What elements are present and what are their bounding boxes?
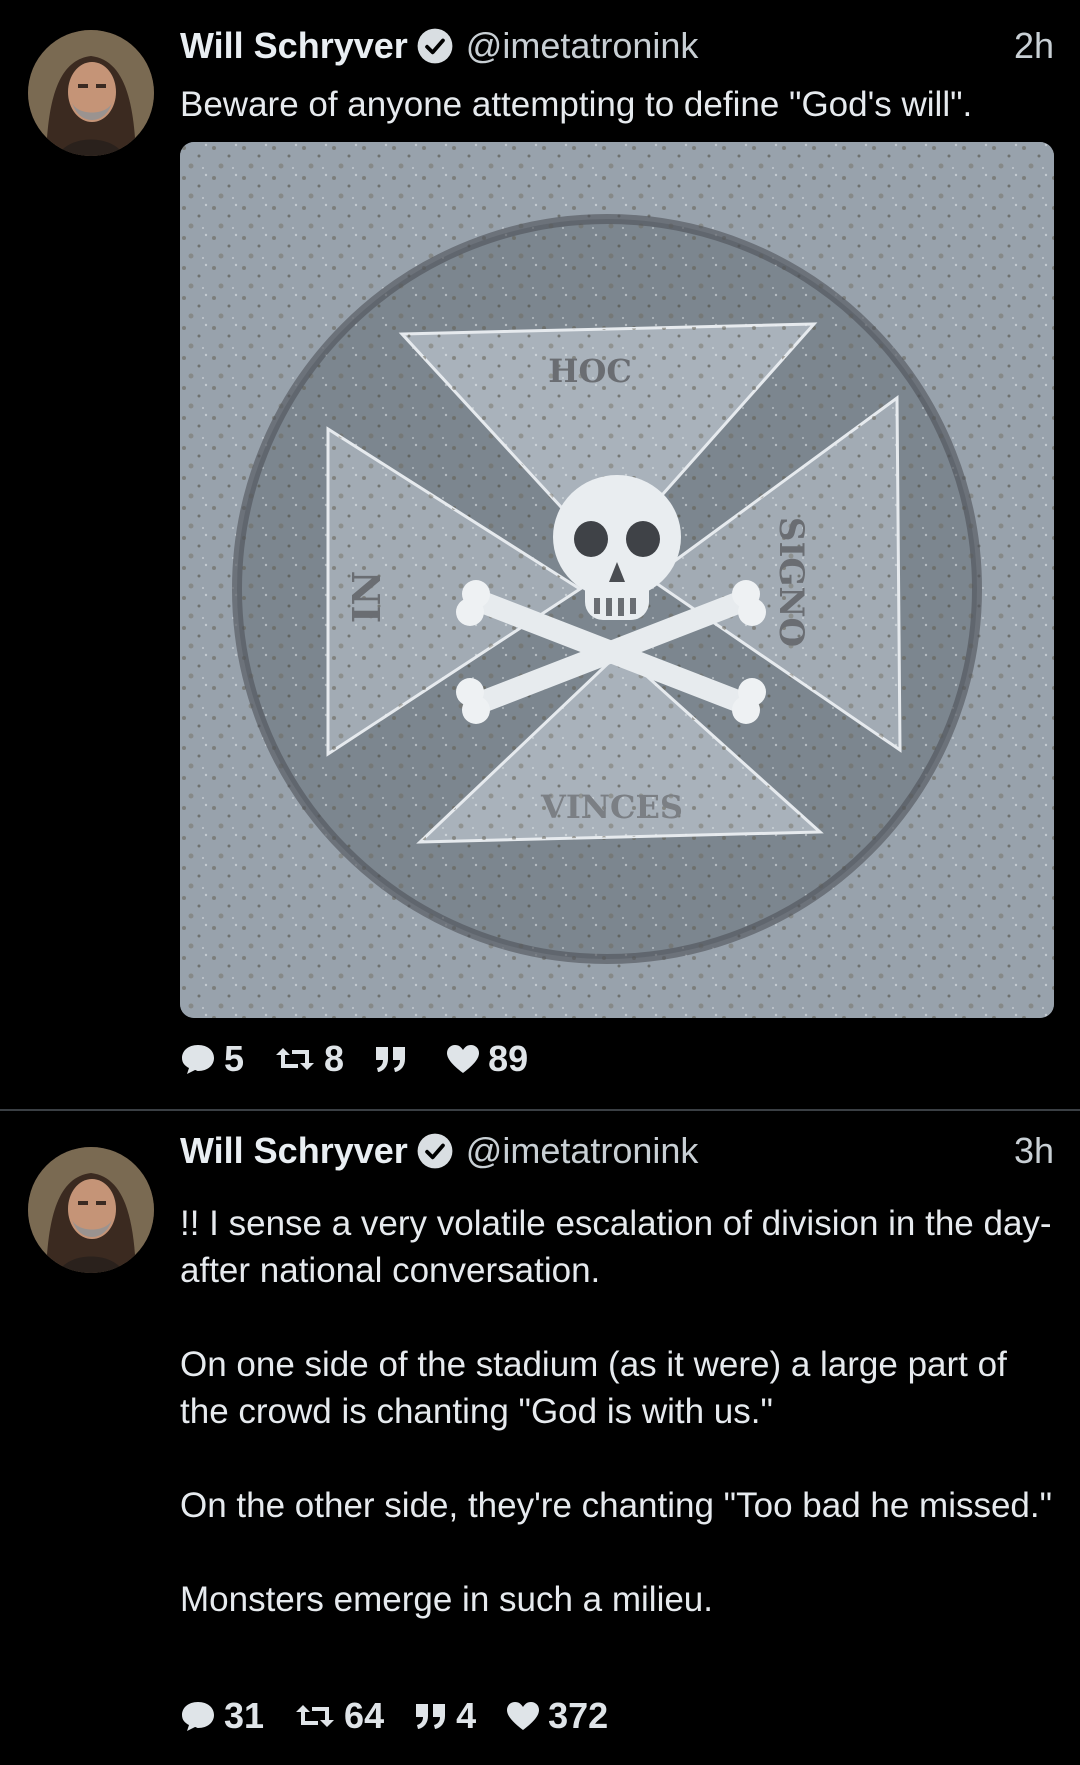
tweet-timestamp[interactable]: 3h <box>1014 1130 1054 1172</box>
tweet-actions: 31 64 4 372 <box>180 1694 638 1738</box>
reply-count: 31 <box>224 1695 265 1736</box>
like-count: 372 <box>548 1695 609 1736</box>
reply-count: 5 <box>224 1038 245 1079</box>
retweet-count: 8 <box>324 1038 345 1079</box>
reply-button[interactable]: 5 <box>180 1038 244 1080</box>
tweet-text: !! I sense a very volatile escalation of… <box>180 1204 1053 1619</box>
retweet-button[interactable]: 8 <box>274 1038 344 1080</box>
retweet-icon <box>296 1705 335 1727</box>
verified-badge-icon <box>416 27 454 65</box>
quote-icon <box>376 1047 406 1072</box>
carved-word-hoc: HOC <box>548 352 632 390</box>
author-name[interactable]: Will Schryver <box>180 1130 408 1172</box>
carved-word-signo: SIGNO <box>771 517 811 647</box>
author-avatar[interactable] <box>28 30 154 156</box>
verified-badge-icon <box>416 1132 454 1170</box>
author-avatar[interactable] <box>28 1147 154 1273</box>
author-handle[interactable]: @imetatronink <box>466 1130 699 1172</box>
quote-button[interactable] <box>374 1045 416 1073</box>
tweet[interactable]: Will Schryver @imetatronink 2h Beware of… <box>0 0 1080 1110</box>
author-name[interactable]: Will Schryver <box>180 25 408 67</box>
quote-count: 4 <box>456 1695 477 1736</box>
retweet-button[interactable]: 64 <box>294 1695 384 1737</box>
tweet-text: Beware of anyone attempting to define "G… <box>180 85 973 124</box>
tweet-divider <box>0 1109 1080 1111</box>
tweet-actions: 5 8 89 <box>180 1037 558 1081</box>
retweet-count: 64 <box>344 1695 385 1736</box>
quote-icon <box>416 1704 446 1729</box>
reply-icon <box>182 1702 214 1731</box>
quote-button[interactable]: 4 <box>414 1695 476 1737</box>
reply-icon <box>182 1045 214 1074</box>
tweet-timestamp[interactable]: 2h <box>1014 25 1054 67</box>
tweet-media-image[interactable]: HOC IN SIGNO VINCES <box>180 142 1054 1018</box>
heart-icon <box>447 1045 480 1073</box>
like-count: 89 <box>488 1038 529 1079</box>
heart-icon <box>507 1702 540 1730</box>
reply-button[interactable]: 31 <box>180 1695 264 1737</box>
tweet[interactable]: Will Schryver @imetatronink 3h !! I sens… <box>0 1112 1080 1765</box>
carved-word-vinces: VINCES <box>540 788 683 826</box>
like-button[interactable]: 372 <box>506 1695 608 1737</box>
like-button[interactable]: 89 <box>446 1038 528 1080</box>
tweet-header: Will Schryver @imetatronink 2h <box>180 24 1054 68</box>
carved-word-in: IN <box>344 571 389 624</box>
retweet-icon <box>276 1048 315 1070</box>
tweet-header: Will Schryver @imetatronink 3h <box>180 1129 1054 1173</box>
author-handle[interactable]: @imetatronink <box>466 25 699 67</box>
